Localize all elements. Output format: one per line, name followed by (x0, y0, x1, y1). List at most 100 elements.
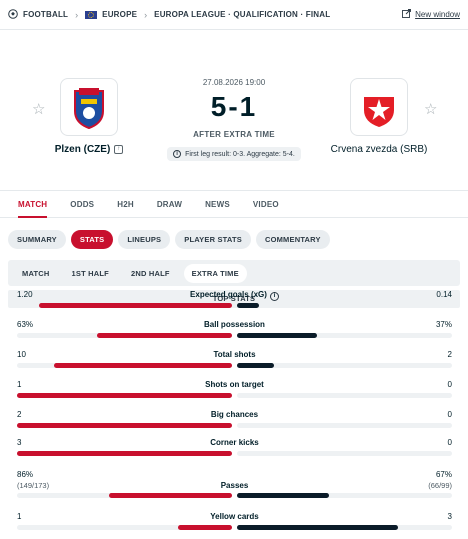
tab-match[interactable]: MATCH (18, 191, 48, 218)
europe-flag-icon (85, 10, 98, 19)
stat-values: 1 Shots on target 0 (17, 380, 452, 392)
away-team-name: Crvena zvezda (SRB) (330, 144, 428, 155)
stat-home-track (17, 525, 232, 530)
stat-label: Passes (17, 481, 452, 490)
tab-draw[interactable]: DRAW (157, 191, 182, 217)
stat-away-track (237, 451, 452, 456)
tab-odds[interactable]: ODDS (70, 191, 94, 217)
period-1st-half[interactable]: 1ST HALF (64, 264, 117, 283)
stat-bars (17, 303, 452, 308)
info-icon[interactable]: i (269, 292, 279, 301)
tab-video[interactable]: VIDEO (253, 191, 279, 217)
match-center: 27.08.2026 19:00 5-1 AFTER EXTRA TIME i … (134, 78, 334, 161)
period-extra-time[interactable]: EXTRA TIME (183, 263, 247, 283)
stat-bars (17, 423, 452, 428)
stat-away-track (237, 525, 452, 530)
stat-row: 86% Passes 67% (149/173) (66/99) (17, 470, 452, 498)
match-score: 5-1 (210, 91, 258, 122)
stat-label: Expected goals (xG) i (17, 290, 452, 301)
chevron-right-icon: › (144, 9, 148, 20)
stat-home-bar (38, 303, 232, 308)
stat-home-track (17, 333, 232, 338)
stat-label-text: Corner kicks (210, 438, 259, 447)
breadcrumb-competition[interactable]: EUROPA LEAGUE · QUALIFICATION · FINAL (154, 10, 330, 19)
tab-h2h[interactable]: H2H (117, 191, 134, 217)
stat-away-bar (237, 303, 259, 308)
stat-home-track (17, 493, 232, 498)
stat-home-track (17, 363, 232, 368)
stat-home-track (17, 303, 232, 308)
away-team-logo (350, 78, 408, 136)
stat-label-text: Ball possession (204, 320, 265, 329)
stat-row: 10 Total shots 2 (17, 350, 452, 368)
external-link-icon[interactable]: ↑ (114, 145, 124, 154)
stat-away-value: 0 (447, 438, 452, 447)
subtab-summary[interactable]: SUMMARY (8, 230, 66, 249)
stat-away-value: 2 (447, 350, 452, 359)
favorite-away-star-icon[interactable]: ☆ (424, 100, 437, 118)
stat-bars (17, 525, 452, 530)
stat-values: 3 Corner kicks 0 (17, 438, 452, 450)
stat-home-subvalue: (149/173) (17, 481, 50, 490)
stat-row: 63% Ball possession 37% (17, 320, 452, 338)
stat-label-text: Big chances (210, 410, 259, 419)
subtabs: SUMMARY STATS LINEUPS PLAYER STATS COMME… (0, 218, 468, 249)
stat-away-value: 67% (435, 470, 452, 479)
period-match[interactable]: MATCH (14, 264, 58, 283)
match-datetime: 27.08.2026 19:00 (202, 78, 266, 87)
stat-row: 1.20 Expected goals (xG) i 0.14 (17, 290, 452, 308)
stat-home-bar (109, 493, 232, 498)
stat-bars (17, 451, 452, 456)
stat-away-value: 37% (435, 320, 452, 329)
stat-label-text: Shots on target (205, 380, 264, 389)
stat-away-track (237, 303, 452, 308)
stat-row: 3 Corner kicks 0 (17, 438, 452, 456)
stat-values: 1 Yellow cards 3 (17, 512, 452, 524)
stat-away-bar (237, 525, 399, 530)
match-tabs: MATCH ODDS H2H DRAW NEWS VIDEO (0, 190, 468, 218)
stat-home-bar (53, 363, 232, 368)
stat-home-bar (17, 451, 232, 456)
home-team-logo (60, 78, 118, 136)
breadcrumb-football[interactable]: FOOTBALL (8, 8, 68, 21)
period-2nd-half[interactable]: 2ND HALF (123, 264, 178, 283)
subtab-lineups[interactable]: LINEUPS (118, 230, 171, 249)
stat-label: Big chances (17, 410, 452, 419)
stat-label: Yellow cards (17, 512, 452, 521)
stat-row: 1 Yellow cards 3 (17, 512, 452, 530)
stat-away-track (237, 493, 452, 498)
stat-away-value: 0.14 (436, 290, 452, 299)
stat-away-value: 3 (447, 512, 452, 521)
match-status: AFTER EXTRA TIME (193, 130, 275, 139)
stat-values: 2 Big chances 0 (17, 410, 452, 422)
stat-home-bar (178, 525, 232, 530)
stat-home-track (17, 423, 232, 428)
tab-news[interactable]: NEWS (205, 191, 230, 217)
new-window-link[interactable]: New window (402, 9, 460, 20)
stat-away-track (237, 363, 452, 368)
subtab-player-stats[interactable]: PLAYER STATS (175, 230, 251, 249)
match-header: ☆ Plzen (CZE) ↑ 27.08.2026 19:00 5-1 AFT… (0, 30, 468, 161)
stat-home-bar (17, 423, 232, 428)
subtab-commentary[interactable]: COMMENTARY (255, 230, 330, 249)
stat-label-text: Yellow cards (210, 512, 259, 521)
stat-home-track (17, 393, 232, 398)
stat-bars (17, 393, 452, 398)
stat-away-bar (237, 493, 330, 498)
stat-values: 86% Passes 67% (17, 470, 452, 490)
stat-away-track (237, 423, 452, 428)
stat-values: 1.20 Expected goals (xG) i 0.14 (17, 290, 452, 302)
stat-away-value: 0 (447, 380, 452, 389)
stat-away-value: 0 (447, 410, 452, 419)
stat-home-bar (17, 393, 232, 398)
stat-label: Corner kicks (17, 438, 452, 447)
stat-label-text: Expected goals (xG) (190, 290, 267, 299)
breadcrumb: FOOTBALL › EUROPE › EUROPA LEAGUE · QUAL… (0, 0, 468, 30)
stat-label: Ball possession (17, 320, 452, 329)
external-link-icon (402, 9, 412, 20)
stat-home-track (17, 451, 232, 456)
stat-away-track (237, 393, 452, 398)
breadcrumb-europe[interactable]: EUROPE (85, 10, 137, 19)
info-icon: i (173, 150, 182, 158)
subtab-stats[interactable]: STATS (70, 230, 114, 249)
